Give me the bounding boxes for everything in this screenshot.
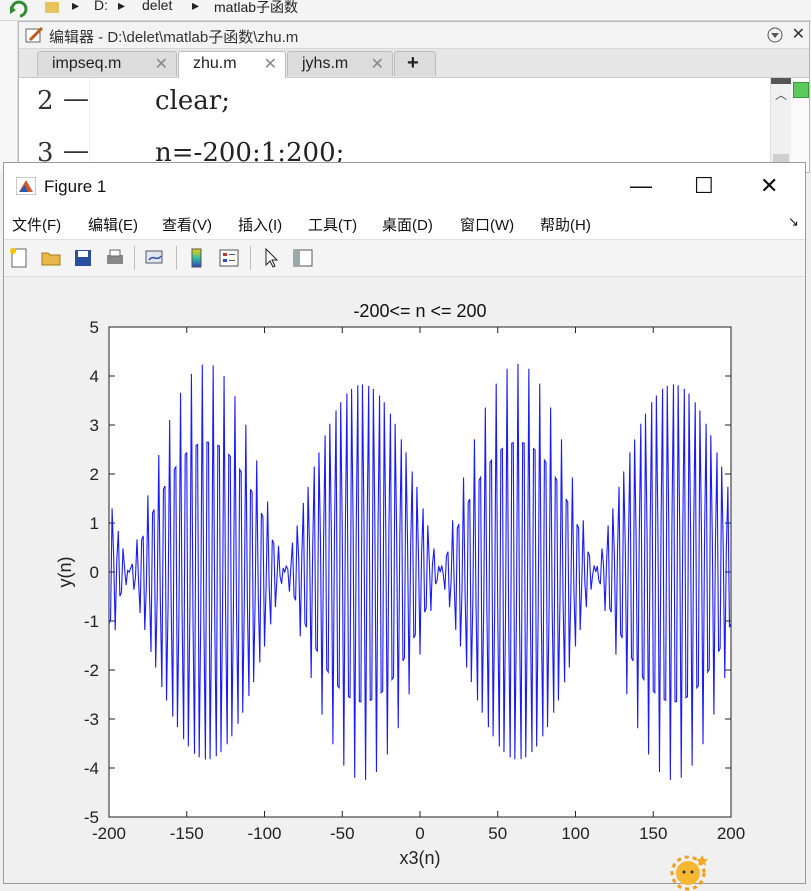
tab-close-icon[interactable]: ✕ [264,54,277,74]
status-gutter [791,78,809,172]
y-tick-label: 1 [90,514,99,533]
property-editor-icon[interactable] [292,247,314,269]
new-figure-icon[interactable] [8,247,30,269]
editor-icon [25,26,44,43]
y-tick-label: 4 [90,367,99,386]
figure-window: Figure 1 — ☐ ✕ 文件(F) 编辑(E) 查看(V) 插入(I) 工… [3,162,806,884]
tab-zhu[interactable]: zhu.m ✕ [178,51,286,78]
breadcrumb-drive[interactable]: D: [94,0,108,13]
tab-label: impseq.m [52,55,122,72]
line-chart[interactable]: -200<= n <= 200 -200 -150 -100 -50 0 50 100 150… [4,277,805,883]
colorbar-icon[interactable] [186,247,208,269]
open-file-icon[interactable] [40,247,62,269]
tab-label: zhu.m [193,55,237,72]
plot-area: -200<= n <= 200 -200 -150 -100 -50 0 50 100 150… [4,277,805,883]
legend-icon[interactable] [218,247,240,269]
dock-arrow-icon[interactable]: ↘ [788,214,799,230]
menu-window[interactable]: 窗口(W) [460,214,514,235]
code-line[interactable]: clear; [155,86,230,116]
y-tick-label: -1 [84,612,99,631]
add-tab-button[interactable]: + [394,51,436,76]
x-tick-label: -100 [247,824,281,843]
folder-icon [45,2,59,13]
y-tick-label: -2 [84,661,99,680]
y-tick-label: -3 [84,710,99,729]
plus-icon: + [407,52,419,74]
breadcrumb-arrow: ▸ [192,0,200,13]
y-axis-label: y(n) [55,557,75,588]
breadcrumb-matlab[interactable]: matlab子函数 [214,0,298,17]
menu-bar: 文件(F) 编辑(E) 查看(V) 插入(I) 工具(T) 桌面(D) 窗口(W… [4,209,805,239]
line-number: 2 [37,86,54,116]
x-tick-label: 50 [488,824,507,843]
editor-title: 编辑器 - D:\delet\matlab子函数\zhu.m [49,29,299,46]
breadcrumb-arrow: ▸ [118,0,126,13]
x-tick-label: -50 [330,824,355,843]
chart-title: -200<= n <= 200 [353,301,486,321]
menu-tools[interactable]: 工具(T) [308,214,357,235]
y-tick-label: -4 [84,759,99,778]
y-tick-label: 3 [90,416,99,435]
menu-file[interactable]: 文件(F) [12,214,61,235]
sun-mascot-icon [670,855,708,891]
left-panel-edge [0,21,18,171]
pointer-icon[interactable] [260,247,282,269]
tab-close-icon[interactable]: ✕ [371,54,384,74]
minimize-button[interactable]: — [630,173,652,199]
y-tick-label: 0 [90,563,99,582]
tab-jyhs[interactable]: jyhs.m ✕ [287,51,393,76]
refresh-icon[interactable] [8,0,34,18]
figure-title-bar: Figure 1 — ☐ ✕ [4,163,805,209]
x-tick-label: 200 [717,824,745,843]
editor-tab-bar: impseq.m ✕ zhu.m ✕ jyhs.m ✕ + [19,49,809,78]
scroll-up-icon[interactable]: ︿ [775,86,787,103]
x-tick-label: 100 [561,824,589,843]
vertical-scrollbar[interactable]: ︿ [770,78,791,172]
options-icon[interactable] [767,27,783,43]
y-tick-label: -5 [84,808,99,827]
x-tick-label: 0 [415,824,424,843]
tab-label: jyhs.m [302,55,349,72]
tab-close-icon[interactable]: ✕ [155,54,168,74]
editor-window: 编辑器 - D:\delet\matlab子函数\zhu.m ✕ impseq.… [18,21,810,173]
matlab-logo-icon [16,177,36,195]
print-icon[interactable] [104,247,126,269]
menu-help[interactable]: 帮助(H) [540,214,591,235]
menu-desktop[interactable]: 桌面(D) [382,214,433,235]
maximize-button[interactable]: ☐ [694,173,714,199]
link-plot-icon[interactable] [144,247,166,269]
x-tick-label: -150 [170,824,204,843]
breadcrumb-delet[interactable]: delet [142,0,172,13]
menu-insert[interactable]: 插入(I) [238,214,282,235]
save-icon[interactable] [72,247,94,269]
menu-edit[interactable]: 编辑(E) [88,214,138,235]
y-tick-label: 5 [90,318,99,337]
figure-title: Figure 1 [44,177,107,196]
breakpoint-marker[interactable]: — [63,84,89,114]
figure-toolbar [4,239,805,277]
editor-close-icon[interactable]: ✕ [792,24,805,44]
close-button[interactable]: ✕ [760,173,778,199]
y-tick-label: 2 [90,465,99,484]
x-tick-label: 150 [639,824,667,843]
code-area[interactable]: 2 — clear; 3 — n=-200:1:200; [19,78,755,172]
tab-impseq[interactable]: impseq.m ✕ [37,51,177,76]
menu-view[interactable]: 查看(V) [162,214,212,235]
address-bar: ▸ D: ▸ delet ▸ matlab子函数 [0,0,811,21]
breadcrumb-arrow: ▸ [72,0,80,13]
x-axis-label: x3(n) [399,848,440,868]
editor-title-bar: 编辑器 - D:\delet\matlab子函数\zhu.m ✕ [19,22,809,49]
